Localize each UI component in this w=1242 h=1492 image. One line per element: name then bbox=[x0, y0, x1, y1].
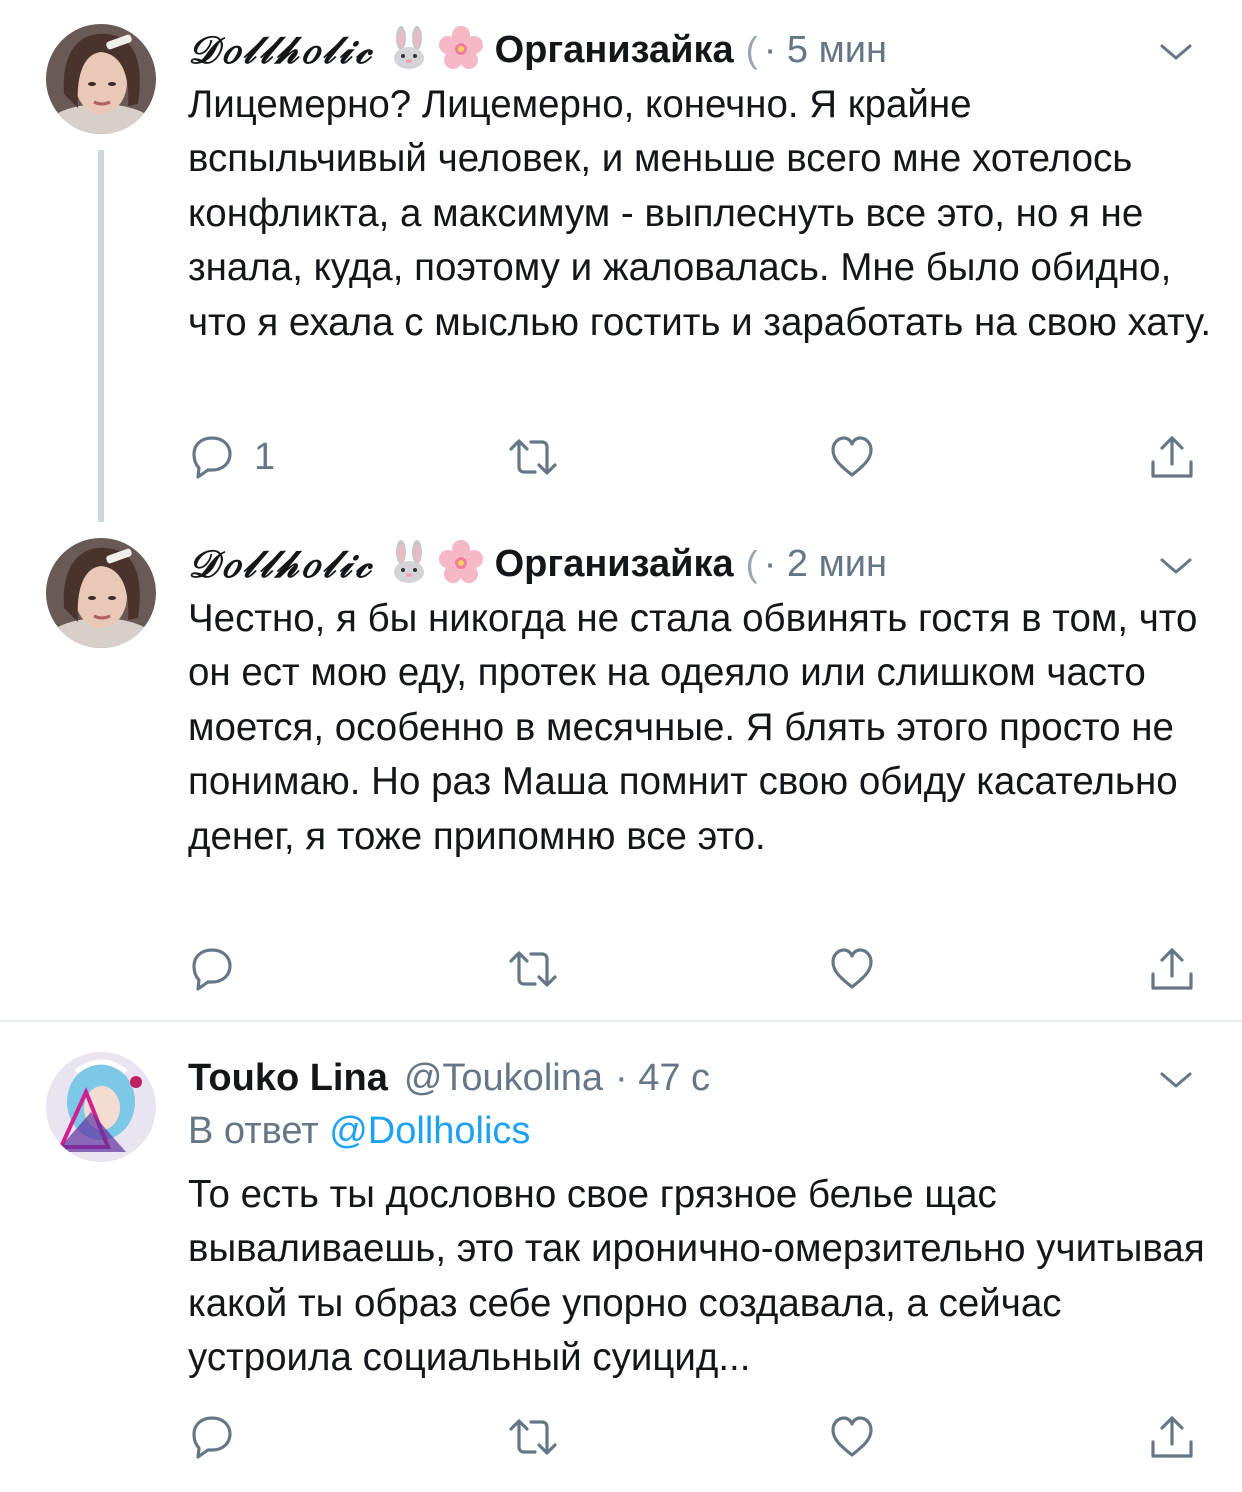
chevron-down-icon[interactable] bbox=[1158, 1068, 1194, 1092]
display-name-suffix[interactable]: Организайка bbox=[495, 543, 734, 586]
share-icon bbox=[1151, 436, 1193, 478]
avatar[interactable] bbox=[46, 24, 156, 134]
like-button[interactable] bbox=[830, 1412, 874, 1462]
like-button[interactable] bbox=[830, 944, 874, 994]
truncated-handle: ( bbox=[745, 543, 758, 584]
retweet-icon bbox=[509, 951, 557, 987]
like-icon bbox=[831, 948, 873, 989]
cherry-blossom-emoji bbox=[438, 25, 483, 75]
share-icon bbox=[1151, 948, 1193, 990]
reply-count: 1 bbox=[254, 435, 276, 478]
tweet-header: Touko Lina @Toukolina · 47 с bbox=[188, 1048, 710, 1108]
tweet-actions bbox=[0, 944, 1242, 994]
tweet-header: 𝒟𝑜𝓁𝓁𝒽𝑜𝓁𝒾𝒸 Организайка ( · 2 мин bbox=[188, 534, 887, 594]
tweet-header: 𝒟𝑜𝓁𝓁𝒽𝑜𝓁𝒾𝒸 Организайка ( · 5 мин bbox=[188, 20, 887, 80]
retweet-icon bbox=[509, 439, 557, 475]
reply-button[interactable]: 1 bbox=[190, 432, 275, 482]
retweet-button[interactable] bbox=[508, 944, 558, 994]
tweet-1[interactable]: 𝒟𝑜𝓁𝓁𝒽𝑜𝓁𝒾𝒸 Организайка ( · 5 мин Лицемерн… bbox=[0, 0, 1242, 522]
timestamp[interactable]: · 47 с bbox=[615, 1057, 710, 1100]
tweet-actions: 1 bbox=[0, 432, 1242, 482]
share-icon bbox=[1151, 1416, 1193, 1458]
tweet-text: Лицемерно? Лицемерно, конечно. Я крайне … bbox=[188, 83, 1212, 344]
rabbit-face-emoji bbox=[389, 25, 429, 75]
reply-icon bbox=[192, 1416, 232, 1459]
timestamp[interactable]: · 2 мин bbox=[764, 543, 887, 586]
chevron-down-icon[interactable] bbox=[1158, 554, 1194, 578]
reply-context: В ответ @Dollholics bbox=[188, 1110, 530, 1153]
timestamp[interactable]: · 5 мин bbox=[764, 29, 887, 72]
share-button[interactable] bbox=[1150, 432, 1194, 482]
like-button[interactable] bbox=[830, 432, 874, 482]
share-button[interactable] bbox=[1150, 944, 1194, 994]
display-name[interactable]: 𝒟𝑜𝓁𝓁𝒽𝑜𝓁𝒾𝒸 bbox=[188, 541, 375, 587]
display-name[interactable]: 𝒟𝑜𝓁𝓁𝒽𝑜𝓁𝒾𝒸 bbox=[188, 27, 375, 73]
reply-icon bbox=[192, 436, 232, 479]
rabbit-face-emoji bbox=[389, 539, 429, 589]
retweet-button[interactable] bbox=[508, 432, 558, 482]
retweet-button[interactable] bbox=[508, 1412, 558, 1462]
reply-prefix: В ответ bbox=[188, 1110, 319, 1152]
reply-button[interactable] bbox=[190, 1412, 234, 1462]
tweet-text: То есть ты дословно свое грязное белье щ… bbox=[188, 1173, 1205, 1380]
share-button[interactable] bbox=[1150, 1412, 1194, 1462]
like-icon bbox=[831, 1416, 873, 1457]
display-name-suffix[interactable]: Организайка bbox=[495, 29, 734, 72]
retweet-icon bbox=[509, 1419, 557, 1455]
reply-button[interactable] bbox=[190, 944, 234, 994]
cherry-blossom-emoji bbox=[438, 539, 483, 589]
chevron-down-icon[interactable] bbox=[1158, 40, 1194, 64]
truncated-handle: ( bbox=[745, 29, 758, 70]
tweet-actions bbox=[0, 1412, 1242, 1462]
username[interactable]: @Toukolina bbox=[404, 1057, 603, 1100]
tweet-text: Честно, я бы никогда не стала обвинять г… bbox=[188, 597, 1198, 858]
tweet-3[interactable]: Touko Lina @Toukolina · 47 с В ответ @Do… bbox=[0, 1022, 1242, 1492]
like-icon bbox=[831, 436, 873, 477]
reply-icon bbox=[192, 948, 232, 991]
tweet-2[interactable]: 𝒟𝑜𝓁𝓁𝒽𝑜𝓁𝒾𝒸 Организайка ( · 2 мин Честно, … bbox=[0, 520, 1242, 1020]
avatar[interactable] bbox=[46, 538, 156, 648]
display-name[interactable]: Touko Lina bbox=[188, 1057, 388, 1100]
reply-mention-link[interactable]: @Dollholics bbox=[329, 1110, 530, 1152]
avatar[interactable] bbox=[46, 1052, 156, 1162]
